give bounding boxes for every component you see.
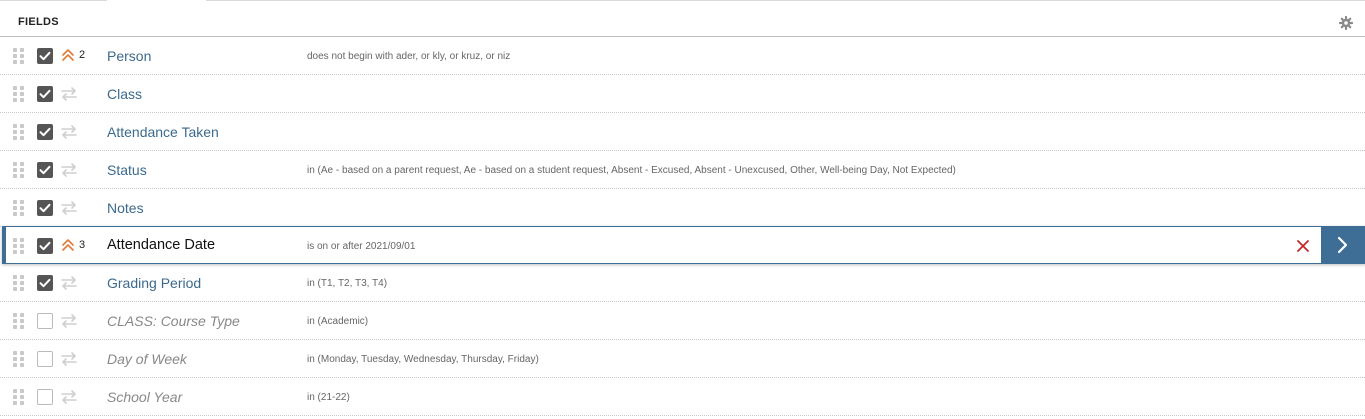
field-label[interactable]: School Year <box>107 389 182 405</box>
field-label[interactable]: Attendance Date <box>107 237 215 253</box>
drag-handle-icon[interactable] <box>13 86 25 102</box>
field-label[interactable]: Grading Period <box>107 275 201 291</box>
field-row[interactable]: CLASS: Course Type in (Academic) <box>0 302 1365 340</box>
sort-priority-icon[interactable]: 3 <box>61 238 89 254</box>
field-criteria: is on or after 2021/09/01 <box>307 241 416 252</box>
drag-handle-icon[interactable] <box>13 162 25 178</box>
field-row[interactable]: Day of Week in (Monday, Tuesday, Wednesda… <box>0 340 1365 378</box>
fields-title: FIELDS <box>18 16 59 28</box>
field-criteria: in (Academic) <box>307 316 369 327</box>
drag-handle-icon[interactable] <box>13 200 25 216</box>
field-criteria: in (Monday, Tuesday, Wednesday, Thursday… <box>307 354 539 365</box>
checkbox-unchecked[interactable] <box>37 389 53 405</box>
field-row[interactable]: Grading Period in (T1, T2, T3, T4) <box>0 264 1365 302</box>
field-row[interactable]: Notes <box>0 189 1365 227</box>
sort-order-number: 3 <box>79 239 86 251</box>
chevron-right-icon[interactable] <box>1321 227 1365 263</box>
field-criteria: in (T1, T2, T3, T4) <box>307 278 388 289</box>
swap-arrows-icon[interactable] <box>61 389 89 405</box>
swap-arrows-icon[interactable] <box>61 200 89 216</box>
field-row[interactable]: 2 Person does not begin with ader, or kly,… <box>0 37 1365 75</box>
checkbox-checked[interactable] <box>37 124 53 140</box>
checkbox-checked[interactable] <box>37 200 53 216</box>
field-label[interactable]: Class <box>107 86 142 102</box>
field-row[interactable]: Status in (Ae - based on a parent request… <box>0 151 1365 189</box>
swap-arrows-icon[interactable] <box>61 313 89 329</box>
field-row[interactable]: 3 Attendance Date is on or after 2021/09/0… <box>2 226 1365 264</box>
drag-handle-icon[interactable] <box>13 238 25 254</box>
drag-handle-icon[interactable] <box>13 313 25 329</box>
field-criteria: does not begin with ader, or kly, or kru… <box>307 51 511 62</box>
field-row[interactable]: Class <box>0 75 1365 113</box>
field-label[interactable]: Person <box>107 48 151 64</box>
swap-arrows-icon[interactable] <box>61 162 89 178</box>
checkbox-checked[interactable] <box>37 86 53 102</box>
swap-arrows-icon[interactable] <box>61 124 89 140</box>
swap-arrows-icon[interactable] <box>61 351 89 367</box>
drag-handle-icon[interactable] <box>13 389 25 405</box>
drag-handle-icon[interactable] <box>13 124 25 140</box>
fields-list: 2 Person does not begin with ader, or kly,… <box>0 37 1365 416</box>
field-label[interactable]: Status <box>107 162 147 178</box>
field-label[interactable]: Notes <box>107 200 144 216</box>
sort-priority-icon[interactable]: 2 <box>61 48 89 64</box>
field-criteria: in (21-22) <box>307 392 350 403</box>
swap-arrows-icon[interactable] <box>61 275 89 291</box>
field-row[interactable]: Attendance Taken <box>0 113 1365 151</box>
drag-handle-icon[interactable] <box>13 351 25 367</box>
field-label[interactable]: Day of Week <box>107 351 187 367</box>
fields-header: FIELDS <box>0 1 1365 37</box>
checkbox-unchecked[interactable] <box>37 351 53 367</box>
field-criteria: in (Ae - based on a parent request, Ae -… <box>307 165 956 176</box>
sort-order-number: 2 <box>79 49 86 61</box>
field-row[interactable]: School Year in (21-22) <box>0 378 1365 416</box>
drag-handle-icon[interactable] <box>13 275 25 291</box>
field-label[interactable]: Attendance Taken <box>107 124 219 140</box>
field-label[interactable]: CLASS: Course Type <box>107 313 240 329</box>
close-icon[interactable] <box>1296 237 1310 253</box>
gear-icon[interactable] <box>1339 16 1353 30</box>
drag-handle-icon[interactable] <box>13 48 25 64</box>
swap-arrows-icon[interactable] <box>61 86 89 102</box>
checkbox-unchecked[interactable] <box>37 313 53 329</box>
checkbox-checked[interactable] <box>37 48 53 64</box>
checkbox-checked[interactable] <box>37 162 53 178</box>
checkbox-checked[interactable] <box>37 275 53 291</box>
checkbox-checked[interactable] <box>37 238 53 254</box>
